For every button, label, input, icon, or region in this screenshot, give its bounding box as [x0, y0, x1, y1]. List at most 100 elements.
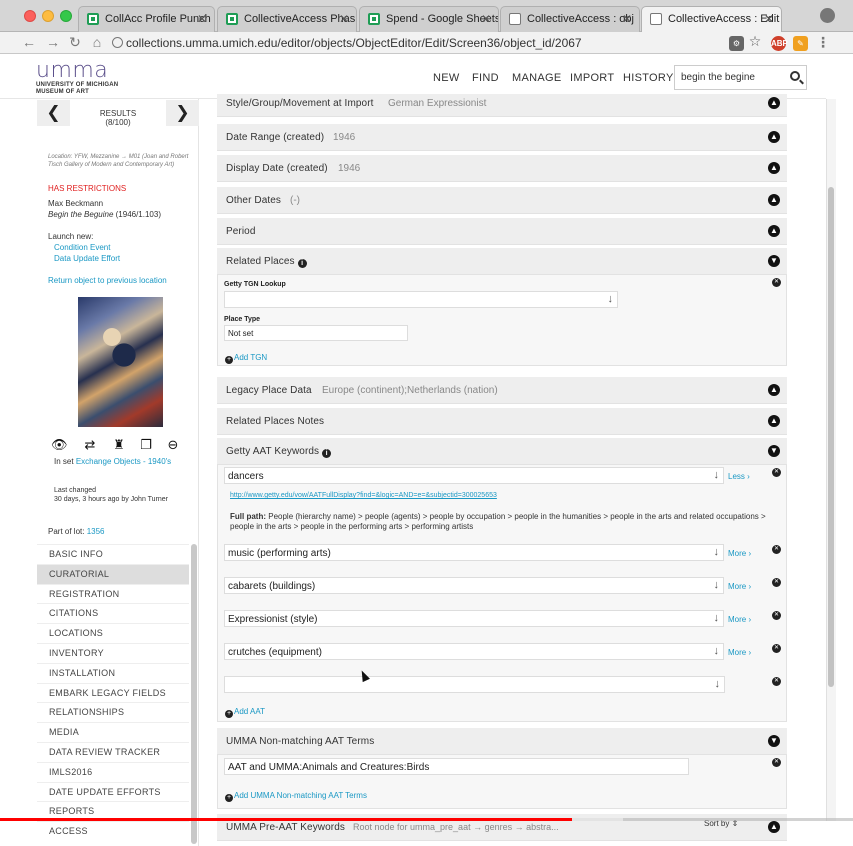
- dropdown-arrow-icon[interactable]: ↓: [608, 293, 614, 305]
- dropdown-arrow-icon[interactable]: ↓: [714, 612, 720, 624]
- profile-icon[interactable]: [820, 8, 835, 23]
- expand-up-icon[interactable]: ▲: [768, 384, 780, 396]
- related-places-row[interactable]: Related Places i ▼: [217, 248, 787, 275]
- dropdown-arrow-icon[interactable]: ↓: [715, 678, 721, 690]
- remove-icon[interactable]: ✕: [772, 677, 781, 686]
- nav-manage[interactable]: MANAGE: [512, 72, 561, 84]
- browser-tab[interactable]: CollAcc Profile Punch ✕: [78, 6, 215, 32]
- expand-up-icon[interactable]: ▲: [768, 162, 780, 174]
- menu-basic-info[interactable]: BASIC INFO: [37, 544, 189, 564]
- expand-up-icon[interactable]: ▲: [768, 97, 780, 109]
- expand-up-icon[interactable]: ▲: [768, 131, 780, 143]
- page-scrollbar-thumb[interactable]: [828, 187, 834, 687]
- menu-curatorial[interactable]: CURATORIAL: [37, 563, 189, 584]
- dropdown-arrow-icon[interactable]: ↓: [714, 645, 720, 657]
- tgn-lookup-input[interactable]: ↓: [224, 291, 618, 308]
- add-tgn-link[interactable]: + Add TGN: [225, 353, 267, 364]
- nav-new[interactable]: NEW: [433, 72, 460, 84]
- menu-data-review-tracker[interactable]: DATA REVIEW TRACKER: [37, 741, 189, 762]
- condition-event-link[interactable]: Condition Event: [54, 243, 110, 253]
- next-result-button[interactable]: ❯: [166, 100, 199, 126]
- collapse-down-icon[interactable]: ▼: [768, 255, 780, 267]
- close-icon[interactable]: ✕: [481, 12, 491, 26]
- more-link[interactable]: More ›: [728, 615, 751, 624]
- browser-tab[interactable]: CollectiveAccess Phas ✕: [217, 6, 357, 32]
- related-places-notes-row[interactable]: Related Places Notes ▲: [217, 408, 787, 435]
- browser-tab[interactable]: CollectiveAccess : obj ✕: [500, 6, 640, 32]
- menu-date-update-efforts[interactable]: DATE UPDATE EFFORTS: [37, 781, 189, 802]
- remove-icon[interactable]: ✕: [772, 278, 781, 287]
- return-object-link[interactable]: Return object to previous location: [48, 276, 168, 286]
- menu-installation[interactable]: INSTALLATION: [37, 662, 189, 683]
- aat-term-input[interactable]: music (performing arts) ↓: [224, 544, 724, 561]
- sidebar-scrollbar[interactable]: [191, 544, 197, 844]
- extension-icon[interactable]: ✎: [793, 36, 808, 51]
- back-arrow-icon[interactable]: ←: [20, 34, 38, 50]
- nav-import[interactable]: IMPORT: [570, 72, 614, 84]
- copy-icon[interactable]: ❐: [138, 438, 154, 452]
- extension-icon[interactable]: ABP: [771, 36, 788, 51]
- aat-term-input[interactable]: Expressionist (style) ↓: [224, 610, 724, 627]
- remove-icon[interactable]: ✕: [772, 468, 781, 477]
- browser-tab-active[interactable]: CollectiveAccess : Edit ✕: [641, 6, 782, 32]
- remove-icon[interactable]: ✕: [772, 611, 781, 620]
- menu-citations[interactable]: CITATIONS: [37, 603, 189, 623]
- period-row[interactable]: Period ▲: [217, 218, 787, 245]
- remove-icon[interactable]: ✕: [772, 758, 781, 767]
- artwork-thumbnail[interactable]: [78, 297, 163, 427]
- browser-tab[interactable]: Spend - Google Sheets ✕: [359, 6, 499, 32]
- aat-term-input[interactable]: dancers ↓: [224, 467, 724, 484]
- remove-icon[interactable]: ✕: [772, 545, 781, 554]
- collapse-down-icon[interactable]: ▼: [768, 735, 780, 747]
- date-range-row[interactable]: Date Range (created) 1946 ▲: [217, 124, 787, 151]
- forward-arrow-icon[interactable]: →: [44, 34, 62, 50]
- menu-inventory[interactable]: INVENTORY: [37, 642, 189, 663]
- reload-icon[interactable]: ↻: [66, 34, 84, 51]
- delete-icon[interactable]: ⊖: [165, 438, 181, 452]
- expand-up-icon[interactable]: ▲: [768, 225, 780, 237]
- menu-imls2016[interactable]: IMLS2016: [37, 761, 189, 782]
- legacy-place-row[interactable]: Legacy Place Data Europe (continent);Net…: [217, 377, 787, 404]
- aat-term-input[interactable]: crutches (equipment) ↓: [224, 643, 724, 660]
- nav-history[interactable]: HISTORY: [623, 72, 674, 84]
- remove-icon[interactable]: ✕: [772, 578, 781, 587]
- more-link[interactable]: More ›: [728, 648, 751, 657]
- aat-term-input-empty[interactable]: ↓: [224, 676, 725, 693]
- menu-registration[interactable]: REGISTRATION: [37, 583, 189, 604]
- video-progress-bar[interactable]: [0, 818, 853, 821]
- dropdown-arrow-icon[interactable]: ↓: [714, 546, 720, 558]
- search-icon[interactable]: [790, 71, 800, 81]
- person-icon[interactable]: ♜: [111, 438, 127, 452]
- browser-menu-icon[interactable]: ⋮: [814, 34, 832, 51]
- extension-icon[interactable]: ⚙: [729, 36, 744, 51]
- close-icon[interactable]: ✕: [197, 12, 207, 26]
- add-aat-link[interactable]: + Add AAT: [225, 707, 265, 718]
- close-icon[interactable]: ✕: [622, 12, 632, 26]
- menu-relationships[interactable]: RELATIONSHIPS: [37, 702, 189, 722]
- dropdown-arrow-icon[interactable]: ↓: [714, 469, 720, 481]
- menu-locations[interactable]: LOCATIONS: [37, 623, 189, 643]
- expand-up-icon[interactable]: ▲: [768, 194, 780, 206]
- info-icon[interactable]: i: [322, 449, 332, 458]
- other-dates-row[interactable]: Other Dates (-) ▲: [217, 187, 787, 214]
- style-movement-row[interactable]: Style/Group/Movement at Import German Ex…: [217, 94, 787, 117]
- expand-up-icon[interactable]: ▲: [768, 821, 780, 833]
- non-matching-aat-row[interactable]: UMMA Non-matching AAT Terms ▼: [217, 728, 787, 755]
- display-date-row[interactable]: Display Date (created) 1946 ▲: [217, 155, 787, 182]
- home-icon[interactable]: ⌂: [88, 34, 106, 50]
- collapse-down-icon[interactable]: ▼: [768, 445, 780, 457]
- aat-url-link[interactable]: http://www.getty.edu/vow/AATFullDisplay?…: [230, 492, 497, 499]
- maximize-window-button[interactable]: [60, 10, 72, 22]
- close-icon[interactable]: ✕: [339, 12, 349, 26]
- site-info-icon[interactable]: [112, 37, 123, 48]
- menu-access[interactable]: ACCESS: [37, 821, 189, 841]
- expand-up-icon[interactable]: ▲: [768, 415, 780, 427]
- data-update-effort-link[interactable]: Data Update Effort: [54, 254, 120, 264]
- duplicate-icon[interactable]: ⇄: [82, 438, 98, 452]
- close-window-button[interactable]: [24, 10, 36, 22]
- lot-link[interactable]: 1356: [87, 527, 105, 536]
- less-link[interactable]: Less ›: [728, 472, 750, 481]
- aat-term-input[interactable]: cabarets (buildings) ↓: [224, 577, 724, 594]
- search-input[interactable]: begin the begine: [674, 65, 807, 90]
- eye-icon[interactable]: 👁: [51, 438, 68, 452]
